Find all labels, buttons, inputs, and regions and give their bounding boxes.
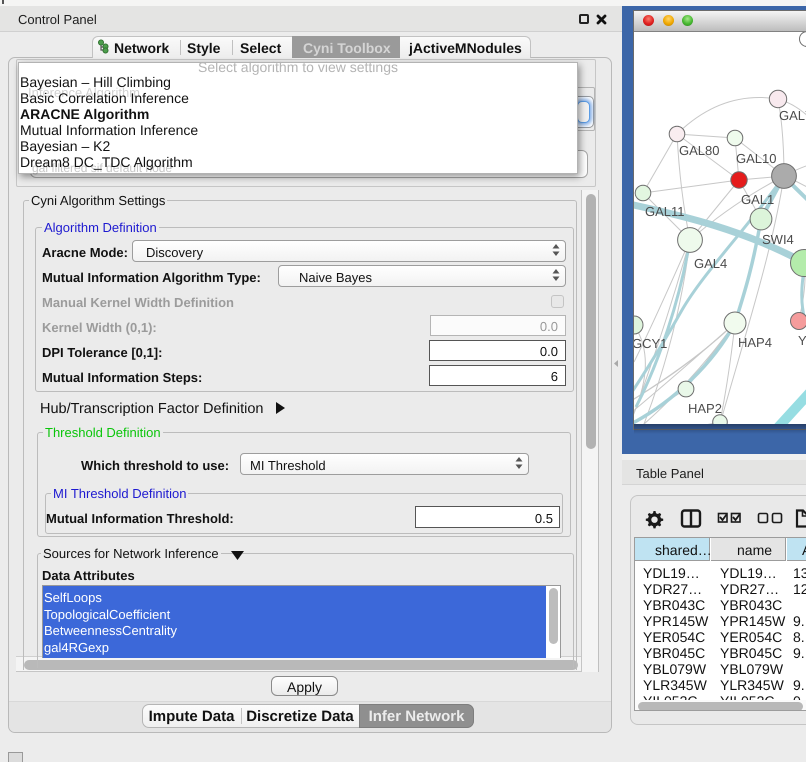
svg-text:Y: Y: [798, 333, 806, 348]
svg-text:SWI4: SWI4: [762, 232, 794, 247]
svg-text:HAP2: HAP2: [688, 401, 722, 416]
svg-text:GCY1: GCY1: [634, 336, 667, 351]
svg-text:GAL4: GAL4: [694, 256, 727, 271]
svg-text:GAL1: GAL1: [741, 192, 774, 207]
svg-text:GAL7: GAL7: [779, 108, 806, 123]
svg-text:HAP4: HAP4: [738, 335, 772, 350]
svg-text:GAL11: GAL11: [645, 204, 685, 219]
svg-text:GAL10: GAL10: [736, 151, 776, 166]
svg-text:GAL80: GAL80: [679, 143, 719, 158]
